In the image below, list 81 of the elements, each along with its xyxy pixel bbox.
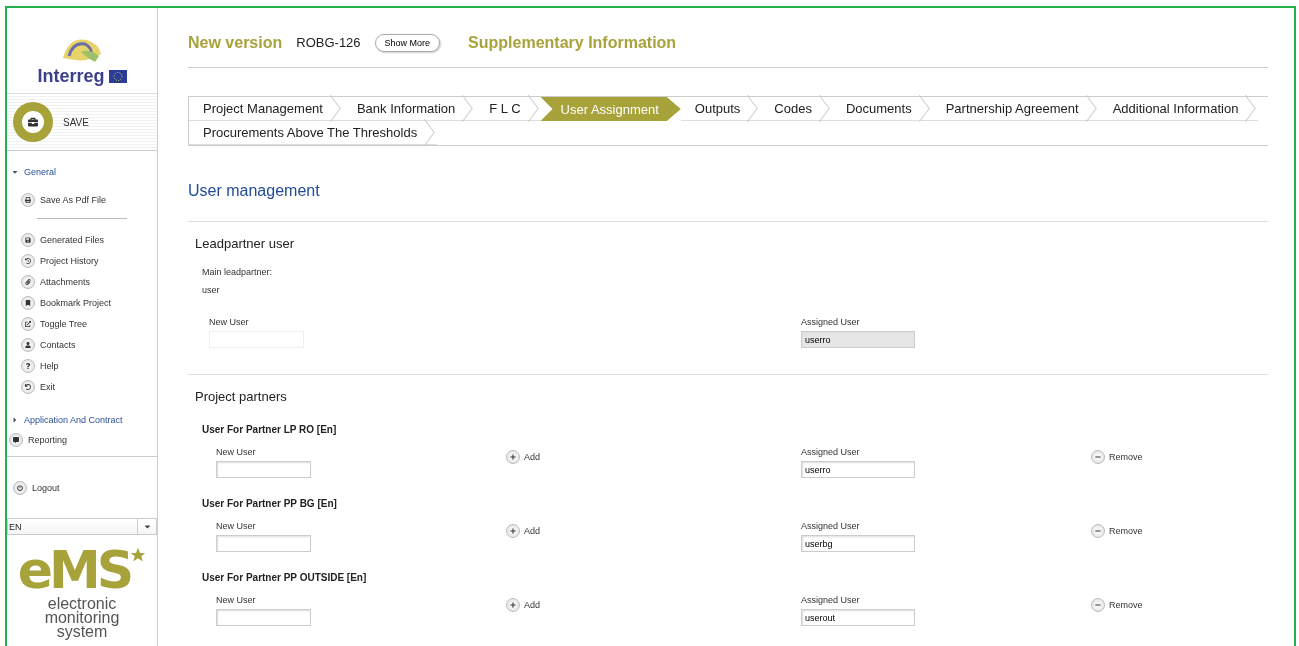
sidebar-item[interactable]: Contacts — [7, 334, 157, 355]
eu-flag-icon — [108, 70, 127, 83]
plus-icon — [506, 524, 520, 538]
field-label: Assigned User — [801, 521, 861, 531]
minus-icon — [1091, 524, 1105, 538]
partner-title: User For Partner LP RO [En] — [202, 424, 338, 435]
input-field[interactable]: userbg — [801, 535, 915, 552]
input-field[interactable] — [216, 535, 311, 552]
input-field[interactable]: userro — [801, 331, 915, 348]
field-label: Main leadpartner: — [202, 267, 274, 277]
caret-right-icon — [11, 416, 19, 424]
section-heading: Leadpartner user — [195, 236, 295, 251]
power-icon — [13, 480, 27, 495]
tab[interactable]: Procurements Above The Thresholds — [189, 121, 438, 145]
input-field[interactable] — [216, 609, 311, 626]
briefcase-icon — [13, 102, 53, 142]
logout-link[interactable]: Logout — [11, 477, 157, 498]
add-button[interactable]: Add — [506, 524, 540, 538]
input-field[interactable] — [216, 461, 311, 478]
undo-icon — [21, 379, 35, 394]
sidebar-item[interactable]: Attachments — [7, 271, 157, 292]
remove-button[interactable]: Remove — [1091, 524, 1143, 538]
tab[interactable]: Bank Information — [342, 97, 476, 121]
sidebar-item[interactable]: Help — [7, 355, 157, 376]
external-link-icon — [21, 316, 35, 331]
sidebar-item[interactable]: Reporting — [7, 429, 157, 450]
bookmark-icon — [21, 295, 35, 310]
sidebar-item[interactable]: Toggle Tree — [7, 313, 157, 334]
field-label: Assigned User — [801, 317, 861, 327]
project-code: ROBG-126 — [296, 35, 361, 50]
sidebar-item[interactable]: Save As Pdf File — [7, 189, 157, 210]
input-field[interactable]: userout — [801, 609, 915, 626]
input-field[interactable]: userro — [801, 461, 915, 478]
plus-icon — [506, 598, 520, 612]
tab[interactable]: F L C — [475, 97, 541, 121]
tab[interactable]: Partnership Agreement — [931, 97, 1099, 121]
caret-down-icon — [11, 168, 19, 176]
tab[interactable]: Additional Information — [1098, 97, 1259, 121]
section-title: Supplementary Information — [468, 33, 677, 52]
brand-tagline: electronic monitoring system — [44, 597, 120, 639]
remove-button[interactable]: Remove — [1091, 598, 1143, 612]
minus-icon — [1091, 598, 1105, 612]
plus-icon — [506, 450, 520, 464]
sidebar-group[interactable]: Application And Contract — [7, 411, 157, 429]
brand-logo-text: eMS — [17, 547, 131, 593]
field-label: Assigned User — [801, 447, 861, 457]
sidebar-item[interactable]: Exit — [7, 376, 157, 397]
star-icon — [130, 547, 147, 563]
paperclip-icon — [21, 274, 35, 289]
user-icon — [21, 337, 35, 352]
field-label: New User — [216, 595, 257, 605]
history-icon — [21, 253, 35, 268]
comment-icon — [9, 432, 23, 447]
tab[interactable]: Codes — [760, 97, 832, 121]
field-label: New User — [216, 521, 257, 531]
remove-button[interactable]: Remove — [1091, 450, 1143, 464]
tab[interactable]: Documents — [831, 97, 932, 121]
tab[interactable]: Project Management — [189, 97, 343, 121]
minus-icon — [1091, 450, 1105, 464]
help-icon — [21, 358, 35, 373]
language-select[interactable]: EN — [7, 518, 157, 535]
sidebar-group[interactable]: General — [7, 163, 157, 181]
sidebar-item[interactable]: Project History — [7, 250, 157, 271]
sidebar-item[interactable]: Bookmark Project — [7, 292, 157, 313]
field-label: Assigned User — [801, 595, 861, 605]
floppy-disk-icon — [21, 232, 35, 247]
page-title: User management — [188, 182, 321, 200]
add-button[interactable]: Add — [506, 598, 540, 612]
sidebar-item[interactable]: Generated Files — [7, 229, 157, 250]
partner-title: User For Partner PP OUTSIDE [En] — [202, 572, 368, 583]
field-value: user — [202, 285, 221, 295]
tab[interactable]: Outputs — [680, 97, 761, 121]
logo-text: Interreg — [37, 66, 105, 87]
section-heading: Project partners — [195, 389, 288, 404]
field-label: New User — [209, 317, 250, 327]
add-button[interactable]: Add — [506, 450, 540, 464]
show-more-button[interactable]: Show More — [374, 33, 441, 52]
field-label: New User — [216, 447, 257, 457]
printer-icon — [21, 192, 35, 207]
partner-title: User For Partner PP BG [En] — [202, 498, 338, 509]
version-title: New version — [188, 33, 283, 52]
